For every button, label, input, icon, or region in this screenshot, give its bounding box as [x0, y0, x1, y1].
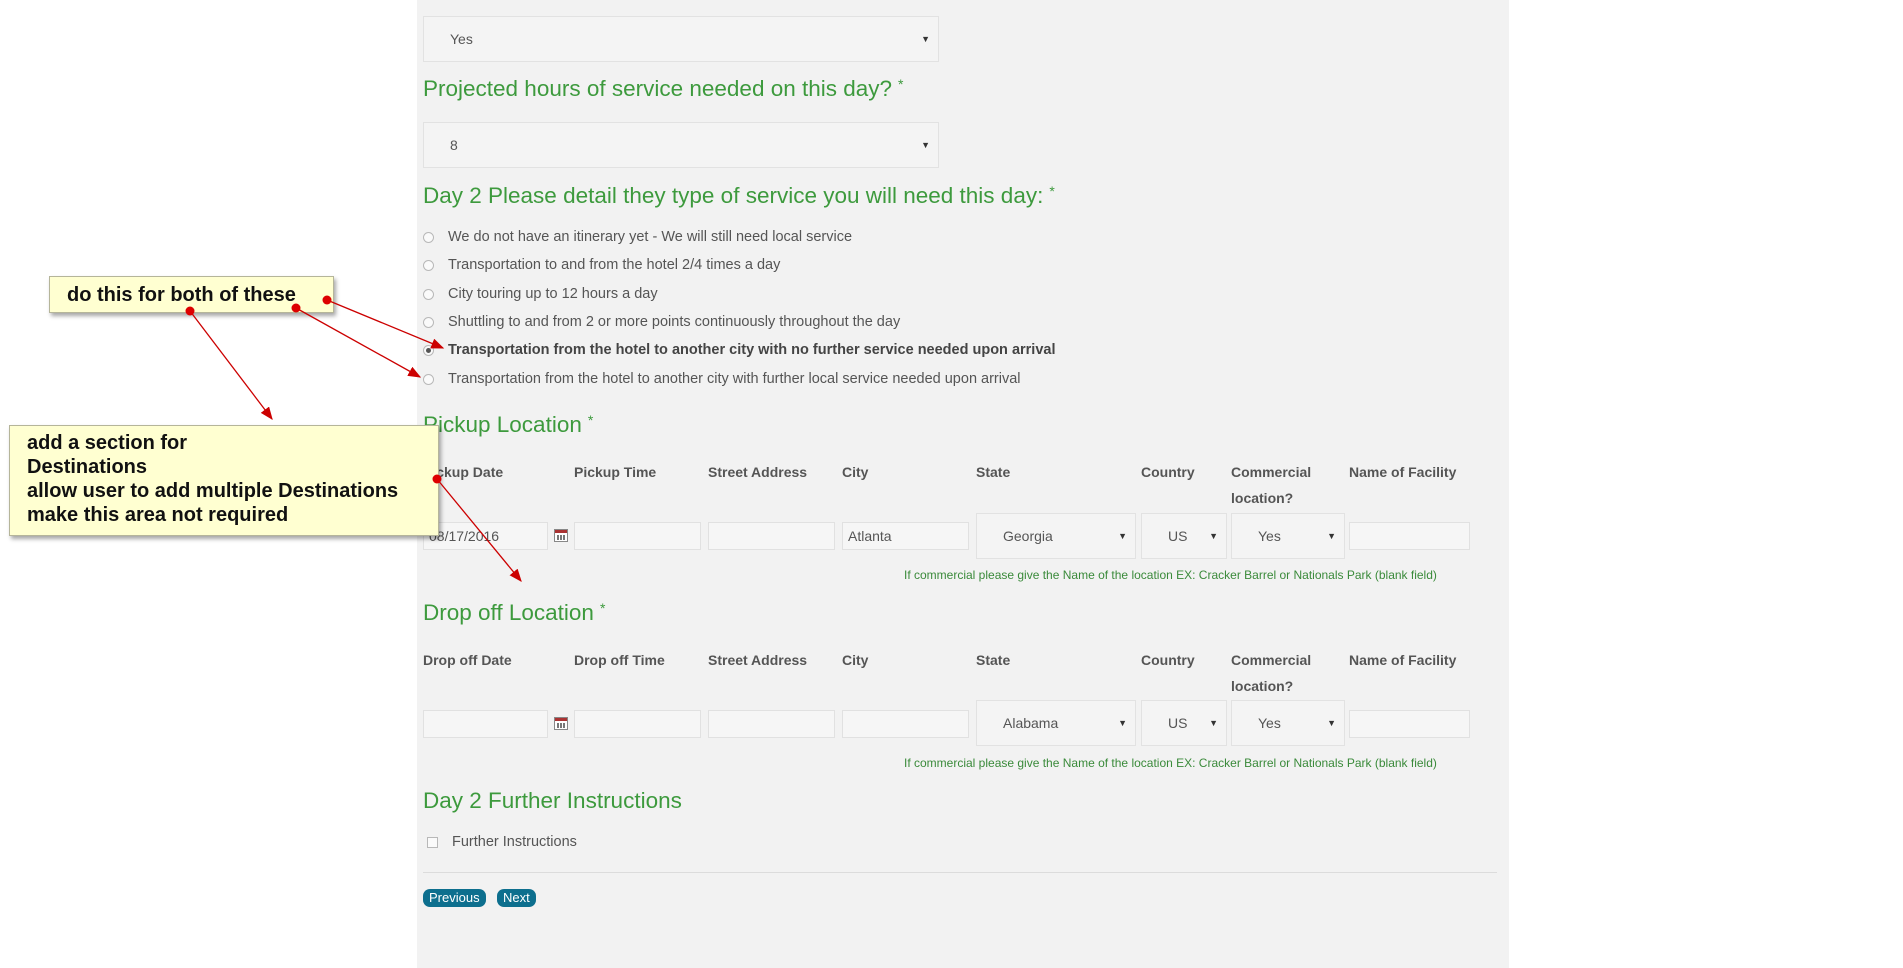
annotation-arrow	[436, 478, 522, 583]
annotation-arrow	[189, 310, 273, 421]
annotation-dot	[322, 295, 332, 305]
annotation-dot	[185, 306, 195, 316]
annotation-arrow	[295, 307, 422, 378]
annotation-dot	[291, 303, 301, 313]
annotation-arrows	[185, 295, 522, 583]
annotation-dot	[432, 474, 442, 484]
annotation-arrow	[326, 299, 445, 349]
